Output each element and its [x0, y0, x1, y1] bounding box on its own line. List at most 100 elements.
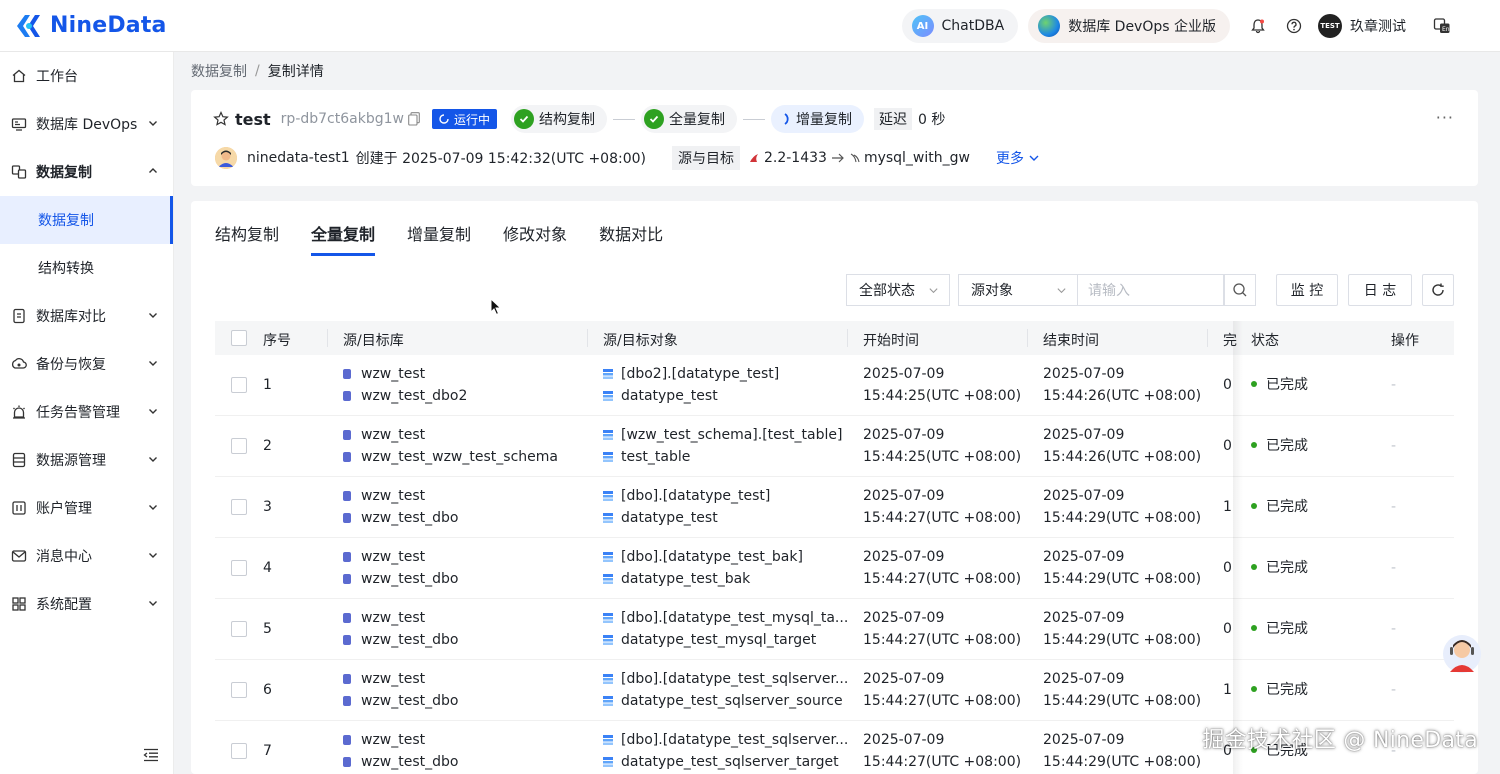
- object-type-select[interactable]: 源对象: [958, 274, 1078, 306]
- status-text: 已完成: [1266, 621, 1308, 637]
- start-date: 2025-07-09: [863, 488, 945, 504]
- select-all-checkbox[interactable]: [231, 330, 247, 346]
- end-date: 2025-07-09: [1043, 549, 1125, 565]
- column-header-end: 结束时间: [1043, 333, 1099, 349]
- sidebar-item-alarm[interactable]: 任务告警管理: [0, 388, 173, 436]
- mouse-cursor-icon: [490, 298, 502, 316]
- row-checkbox[interactable]: [231, 743, 247, 759]
- log-button[interactable]: 日 志: [1348, 274, 1412, 306]
- row-checkbox[interactable]: [231, 621, 247, 637]
- arrow-right-icon: [831, 153, 844, 163]
- devops-edition-button[interactable]: 数据库 DevOps 企业版: [1028, 9, 1230, 43]
- table-row[interactable]: 1 wzw_test wzw_test_dbo2 [dbo2].[datatyp…: [215, 355, 1454, 416]
- stage-connector: [742, 118, 765, 120]
- sidebar-subitem-schema-convert[interactable]: 结构转换: [0, 244, 173, 292]
- language-switch-icon[interactable]: En: [1432, 16, 1452, 36]
- sidebar-item-label: 数据库 DevOps: [36, 117, 138, 133]
- sidebar-item-replication[interactable]: 数据复制: [0, 148, 173, 196]
- sidebar-item-datasource[interactable]: 数据源管理: [0, 436, 173, 484]
- job-summary-card: test rp-db7ct6akbg1w 运行中 结构复制 全量复制 增量复制 …: [191, 90, 1478, 186]
- table-icon: [603, 430, 613, 440]
- tab-data-compare[interactable]: 数据对比: [599, 219, 663, 259]
- row-checkbox[interactable]: [231, 682, 247, 698]
- favorite-star-icon[interactable]: [213, 111, 229, 127]
- row-checkbox[interactable]: [231, 438, 247, 454]
- column-divider: [1207, 329, 1208, 347]
- sidebar-item-label: 任务告警管理: [36, 405, 120, 421]
- settings-grid-icon: [10, 595, 28, 613]
- more-link-label: 更多: [995, 151, 1024, 167]
- stage-incremental: 增量复制: [770, 105, 864, 133]
- copy-icon[interactable]: [408, 112, 420, 126]
- source-object: [wzw_test_schema].[test_table]: [603, 424, 842, 446]
- database-icon: [343, 430, 351, 440]
- table-row[interactable]: 2 wzw_test wzw_test_wzw_test_schema [wzw…: [215, 416, 1454, 477]
- sidebar: 工作台 数据库 DevOps 数据复制 数据复制 结构转换 数据库对比 备份与恢…: [0, 52, 174, 774]
- done-count: 0: [1223, 438, 1232, 454]
- sidebar-item-settings[interactable]: 系统配置: [0, 580, 173, 628]
- database-icon: [343, 552, 351, 562]
- brand-logo[interactable]: NineData: [14, 11, 167, 41]
- support-assistant-icon[interactable]: [1442, 632, 1482, 676]
- tab-incremental[interactable]: 增量复制: [407, 219, 471, 259]
- tab-modify-objects[interactable]: 修改对象: [503, 219, 567, 259]
- sidebar-item-devops[interactable]: 数据库 DevOps: [0, 100, 173, 148]
- svg-text:En: En: [1442, 26, 1450, 33]
- sidebar-item-messages[interactable]: 消息中心: [0, 532, 173, 580]
- row-action: -: [1391, 560, 1397, 576]
- end-date: 2025-07-09: [1043, 366, 1125, 382]
- start-time: 15:44:27(UTC +08:00): [863, 632, 1022, 648]
- row-checkbox[interactable]: [231, 499, 247, 515]
- database-icon: [343, 674, 351, 684]
- collapse-sidebar-icon[interactable]: [143, 748, 159, 762]
- database-icon: [343, 491, 351, 501]
- row-number: 5: [263, 621, 272, 637]
- search-button[interactable]: [1224, 274, 1256, 306]
- end-time: 15:44:26(UTC +08:00): [1043, 449, 1202, 465]
- log-button-label: 日 志: [1363, 283, 1397, 299]
- status-dot: [1251, 442, 1257, 448]
- target-db: wzw_test_dbo2: [343, 385, 467, 407]
- delay-value: 0 秒: [917, 112, 946, 128]
- database-icon: [343, 391, 351, 401]
- sidebar-subitem-replication[interactable]: 数据复制: [0, 196, 173, 244]
- start-date: 2025-07-09: [863, 366, 945, 382]
- target-db: wzw_test_wzw_test_schema: [343, 446, 558, 468]
- monitor-button[interactable]: 监 控: [1276, 274, 1338, 306]
- table-icon: [603, 452, 613, 462]
- status-badge: 已完成: [1251, 679, 1308, 701]
- target-object: datatype_test: [603, 507, 718, 529]
- table-row[interactable]: 5 wzw_test wzw_test_dbo [dbo].[datatype_…: [215, 599, 1454, 660]
- search-input[interactable]: 请输入: [1078, 274, 1224, 306]
- sidebar-item-account[interactable]: 账户管理: [0, 484, 173, 532]
- help-icon[interactable]: [1284, 16, 1304, 36]
- row-action: -: [1391, 499, 1397, 515]
- sidebar-item-db-compare[interactable]: 数据库对比: [0, 292, 173, 340]
- source-db: wzw_test: [343, 729, 425, 751]
- user-menu[interactable]: TEST 玖章测试: [1318, 14, 1406, 38]
- table-row[interactable]: 6 wzw_test wzw_test_dbo [dbo].[datatype_…: [215, 660, 1454, 721]
- row-checkbox[interactable]: [231, 377, 247, 393]
- sidebar-item-backup[interactable]: 备份与恢复: [0, 340, 173, 388]
- chatdba-button[interactable]: AI ChatDBA: [901, 9, 1019, 43]
- column-divider: [327, 329, 328, 347]
- more-actions-icon[interactable]: ···: [1436, 108, 1454, 127]
- more-info-link[interactable]: 更多: [996, 148, 1040, 168]
- breadcrumb-parent-link[interactable]: 数据复制: [191, 61, 247, 81]
- row-checkbox[interactable]: [231, 560, 247, 576]
- tab-structure[interactable]: 结构复制: [215, 219, 279, 259]
- sidebar-item-workbench[interactable]: 工作台: [0, 52, 173, 100]
- source-db: wzw_test: [343, 546, 425, 568]
- ai-icon: AI: [911, 15, 934, 37]
- check-circle-icon: [643, 109, 664, 129]
- table-icon: [603, 735, 613, 745]
- table-row[interactable]: 3 wzw_test wzw_test_dbo [dbo].[datatype_…: [215, 477, 1454, 538]
- refresh-button[interactable]: [1422, 274, 1454, 306]
- notification-bell-icon[interactable]: [1248, 16, 1268, 36]
- status-filter-select[interactable]: 全部状态: [846, 274, 950, 306]
- table-row[interactable]: 4 wzw_test wzw_test_dbo [dbo].[datatype_…: [215, 538, 1454, 599]
- tab-full[interactable]: 全量复制: [311, 219, 376, 259]
- done-count: 0: [1223, 377, 1232, 393]
- end-date: 2025-07-09: [1043, 671, 1125, 687]
- account-icon: [10, 499, 28, 517]
